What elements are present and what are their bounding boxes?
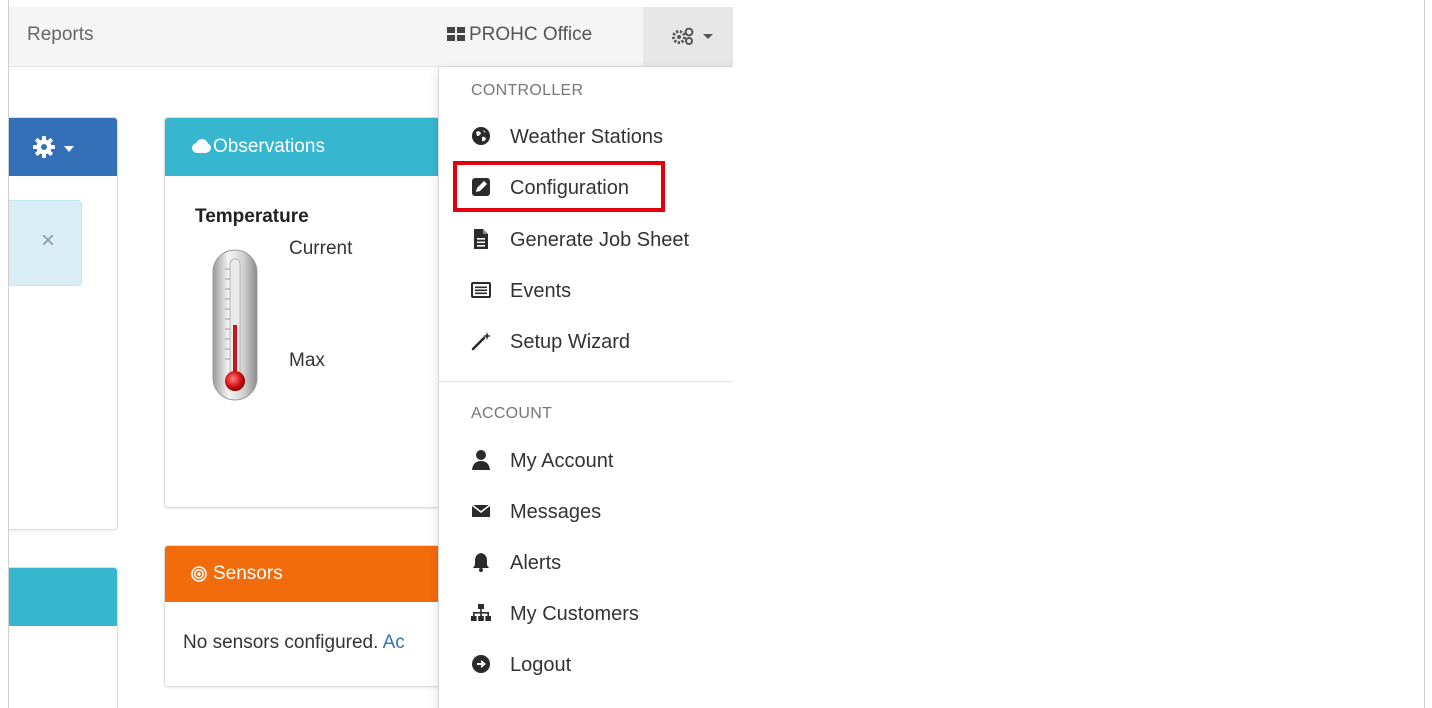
sensor-icon [191, 566, 207, 582]
nav-reports-link[interactable]: Reports [27, 7, 94, 63]
menu-item-label: Weather Stations [510, 126, 664, 148]
edit-icon [472, 178, 490, 196]
menu-item-label: Setup Wizard [510, 331, 631, 353]
menu-item-messages[interactable]: Messages [439, 492, 733, 532]
observations-title: Observations [213, 136, 325, 157]
menu-item-weather-stations[interactable]: Weather Stations [439, 117, 733, 157]
settings-dropdown-menu: CONTROLLER Weather Stations Configuratio… [438, 66, 733, 708]
chevron-down-icon [64, 146, 74, 152]
add-sensor-link[interactable]: Ac [383, 632, 405, 653]
menu-item-label: Alerts [510, 552, 562, 574]
list-alt-icon [471, 282, 491, 298]
thermometer-gauge [212, 249, 258, 401]
menu-item-label: Generate Job Sheet [510, 229, 690, 251]
cloud-icon [192, 139, 211, 153]
user-icon [472, 450, 490, 470]
menu-item-logout[interactable]: Logout [439, 645, 733, 685]
sensors-title: Sensors [213, 563, 283, 584]
left-panel: × [9, 117, 118, 530]
nav-office-label: PROHC Office [469, 24, 593, 45]
menu-item-label: My Customers [510, 603, 639, 625]
gear-icon[interactable] [32, 135, 56, 159]
secondary-left-panel-header [9, 568, 117, 626]
nav-office-link[interactable]: PROHC Office [447, 7, 592, 63]
top-navbar: Reports PROHC Office [9, 7, 733, 67]
controller-section-header: CONTROLLER [471, 82, 584, 99]
menu-item-label: Configuration [510, 177, 629, 199]
envelope-icon [471, 504, 491, 517]
current-label: Current [289, 238, 353, 259]
no-sensors-message: No sensors configured. Ac [183, 632, 405, 654]
settings-menu-toggle[interactable] [643, 7, 733, 66]
th-large-icon [447, 27, 465, 41]
max-label: Max [289, 350, 325, 371]
menu-item-label: Events [510, 280, 572, 302]
logout-icon [472, 655, 490, 673]
left-panel-header [9, 118, 117, 176]
menu-item-label: Logout [510, 654, 572, 676]
menu-divider [439, 381, 733, 382]
menu-item-my-customers[interactable]: My Customers [439, 594, 733, 634]
magic-wand-icon [471, 332, 491, 351]
secondary-left-panel [9, 567, 118, 708]
temperature-label: Temperature [195, 206, 309, 227]
chevron-down-icon [703, 34, 713, 39]
info-alert: × [9, 200, 82, 286]
menu-item-alerts[interactable]: Alerts [439, 543, 733, 583]
sitemap-icon [471, 604, 491, 621]
menu-item-events[interactable]: Events [439, 271, 733, 311]
menu-item-label: Messages [510, 501, 602, 523]
app-viewport: Reports PROHC Office × Observations Temp… [9, 0, 733, 708]
close-icon[interactable]: × [41, 227, 55, 255]
frame-border-right [1424, 0, 1425, 708]
menu-item-generate-job-sheet[interactable]: Generate Job Sheet [439, 220, 733, 260]
account-section-header: ACCOUNT [471, 405, 553, 422]
globe-icon [472, 127, 490, 145]
menu-item-label: My Account [510, 450, 614, 472]
bell-icon [473, 553, 489, 572]
file-icon [474, 229, 488, 249]
menu-item-my-account[interactable]: My Account [439, 441, 733, 481]
menu-item-setup-wizard[interactable]: Setup Wizard [439, 322, 733, 362]
cogs-icon [672, 27, 694, 45]
menu-item-configuration[interactable]: Configuration [439, 168, 733, 208]
no-sensors-text: No sensors configured. [183, 632, 379, 653]
